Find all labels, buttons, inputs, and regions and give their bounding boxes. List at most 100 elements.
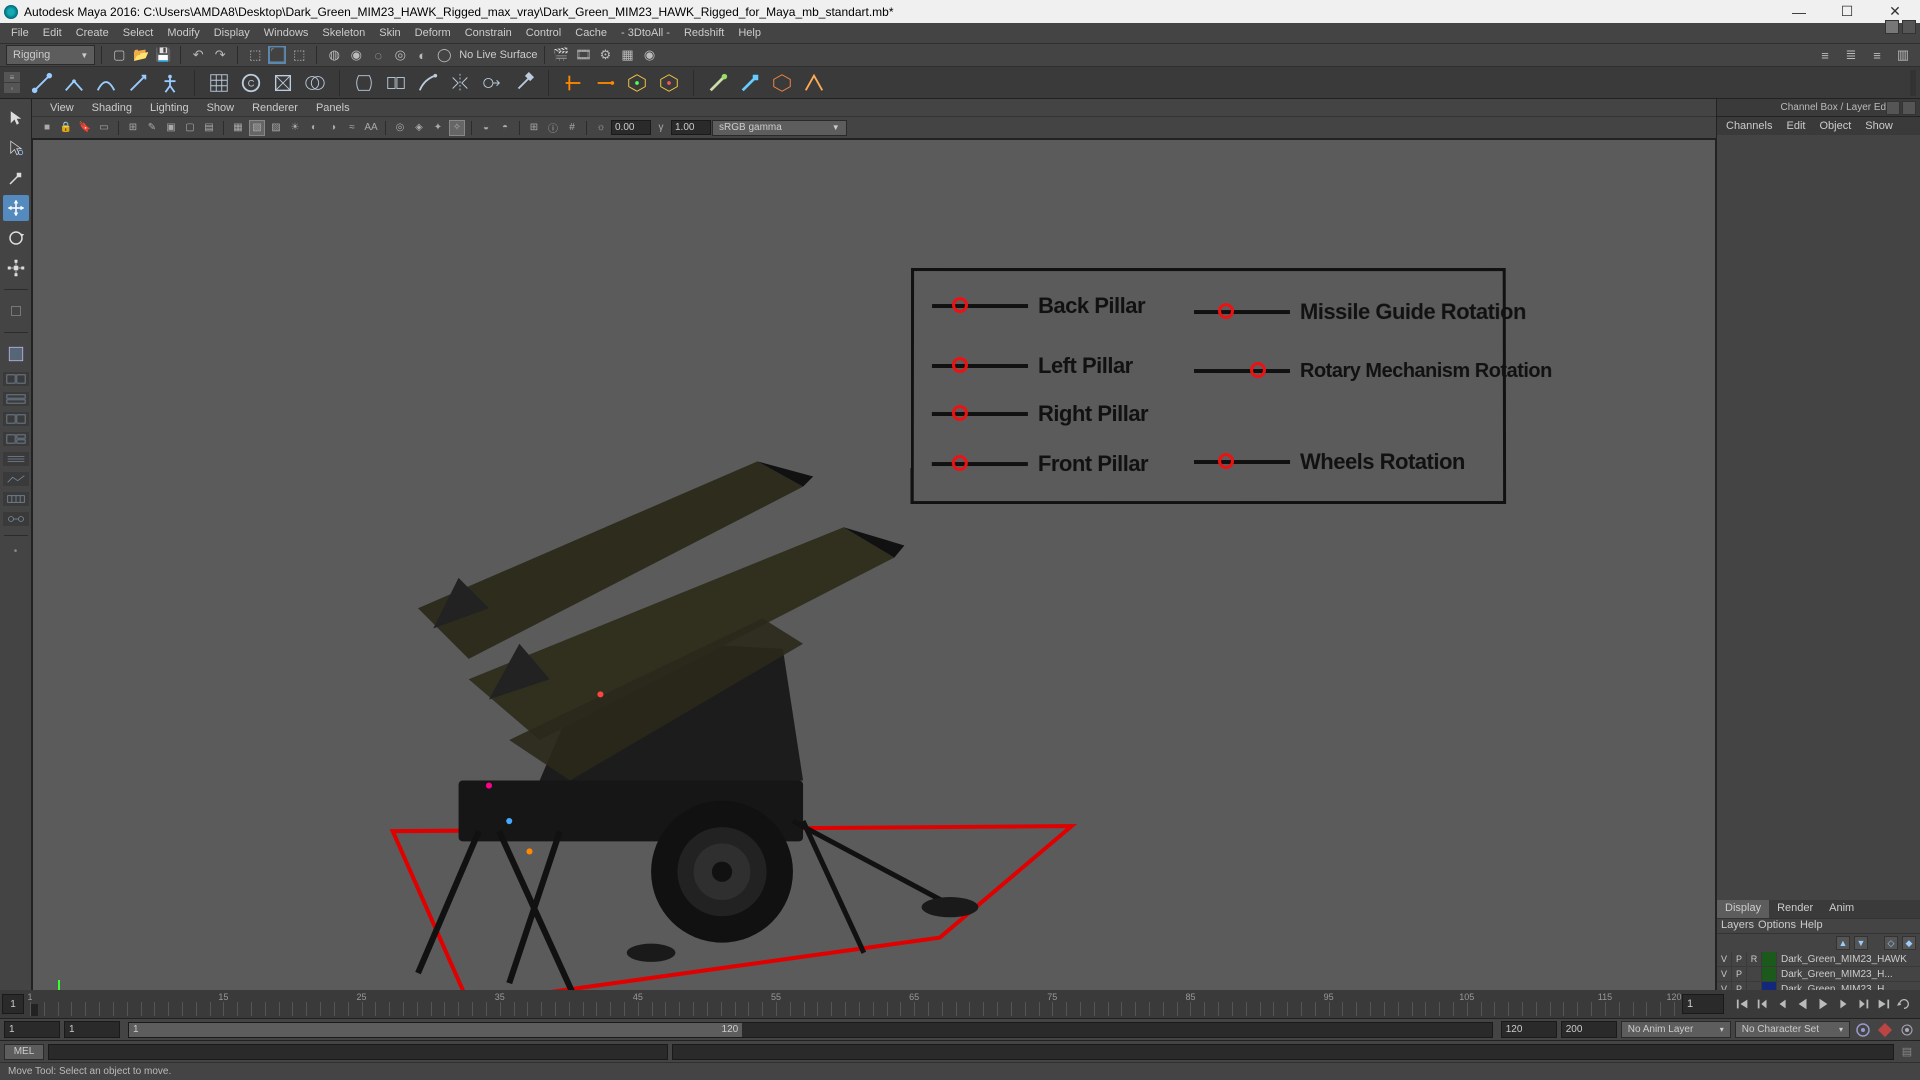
layout-custom[interactable]: • [3,544,29,558]
shelf-joint-icon[interactable] [28,69,56,97]
menu-item-control[interactable]: Control [519,24,568,42]
new-scene-button[interactable]: ▢ [110,46,128,64]
vt-xray[interactable]: ◈ [411,120,427,136]
menu-item-skeleton[interactable]: Skeleton [315,24,372,42]
shelf-hammer-icon[interactable] [510,69,538,97]
ipr-render-button[interactable]: 🎞 [575,46,593,64]
channelbox-tab-show[interactable]: Show [1860,118,1898,134]
rig-slider-track[interactable] [932,462,1028,466]
step-forward-key-button[interactable] [1854,995,1872,1013]
shelf-detach-icon[interactable] [382,69,410,97]
viewport-menu-renderer[interactable]: Renderer [244,102,306,114]
go-to-end-button[interactable] [1874,995,1892,1013]
vt-wire-shaded[interactable]: ◓ [497,120,513,136]
vt-xray-active[interactable]: ✧ [449,120,465,136]
layer-move-down-button[interactable]: ▼ [1854,936,1868,950]
range-outer-end[interactable]: 200 [1561,1021,1617,1038]
step-back-frame-button[interactable] [1774,995,1792,1013]
vt-2d-pan[interactable]: ⊞ [125,120,141,136]
scale-tool[interactable] [3,255,29,281]
layer-reference-toggle[interactable] [1747,967,1762,981]
vt-grid[interactable]: ⊞ [526,120,542,136]
vt-ao[interactable]: ◑ [325,120,341,136]
panel-toggle-4[interactable]: ▥ [1894,46,1912,64]
rig-slider-track[interactable] [1194,460,1290,464]
channelbox-tab-edit[interactable]: Edit [1781,118,1810,134]
layout-dope[interactable] [3,492,29,506]
range-track[interactable]: 1 120 [128,1022,1493,1038]
layer-visibility-toggle[interactable]: V [1717,952,1732,966]
select-mode-object[interactable]: ⬛ [268,46,286,64]
range-outer-start[interactable]: 1 [4,1021,60,1038]
select-mode-hierarchy[interactable]: ⬚ [246,46,264,64]
maximize-button[interactable]: ☐ [1832,3,1862,21]
shelf-parentconstraint-icon[interactable] [559,69,587,97]
shelf-sculpt-icon[interactable] [736,69,764,97]
lasso-tool[interactable] [3,135,29,161]
menu-item-create[interactable]: Create [69,24,116,42]
vt-textured[interactable]: ▨ [268,120,284,136]
shelf-ik-icon[interactable] [60,69,88,97]
render-frame-button[interactable]: 🎬 [553,46,571,64]
vt-colorspace-dropdown[interactable]: sRGB gamma ▼ [712,120,847,136]
rig-slider-track[interactable] [932,304,1028,308]
shelf-paintweights-icon[interactable] [414,69,442,97]
rig-slider-handle[interactable] [1218,303,1234,319]
menu-item-help[interactable]: Help [731,24,768,42]
vt-xray-joints[interactable]: ✦ [430,120,446,136]
rig-slider-track[interactable] [932,412,1028,416]
anim-layer-dropdown[interactable]: No Anim Layer ▾ [1621,1021,1731,1038]
viewport-persp[interactable]: Back PillarLeft PillarRight PillarFront … [32,139,1716,1037]
vt-select-camera[interactable]: ■ [39,120,55,136]
move-tool[interactable] [3,195,29,221]
snap-live-button[interactable]: ◐ [413,46,431,64]
channelbox-mode-icon-2[interactable] [1902,20,1916,34]
vt-exp-icon[interactable]: ☼ [593,120,609,136]
layer-row[interactable]: VPDark_Green_MIM23_H... [1717,967,1920,982]
step-back-key-button[interactable] [1754,995,1772,1013]
shelf-geocache2-icon[interactable] [655,69,683,97]
shelf-copyweights-icon[interactable] [478,69,506,97]
menu-item-deform[interactable]: Deform [408,24,458,42]
script-editor-button[interactable]: ▤ [1898,1043,1916,1061]
shelf-humanik-icon[interactable] [156,69,184,97]
vt-polycount[interactable]: # [564,120,580,136]
channelbox-mode-icon-1[interactable] [1885,20,1899,34]
viewport-menu-show[interactable]: Show [199,102,243,114]
panel-toggle-2[interactable]: ≣ [1842,46,1860,64]
time-slider-track[interactable]: 1152535455565758595105115120 [30,992,1674,1016]
range-inner-end[interactable]: 120 [1501,1021,1557,1038]
minimize-button[interactable]: — [1784,3,1814,21]
vt-exposure-field[interactable] [611,120,651,135]
vt-imageplane[interactable]: ▭ [96,120,112,136]
shelf-reroot-icon[interactable] [124,69,152,97]
shelf-cluster-icon[interactable]: C [237,69,265,97]
current-frame-field[interactable]: 1 [1682,994,1724,1014]
rig-slider-handle[interactable] [952,455,968,471]
viewport-menu-lighting[interactable]: Lighting [142,102,197,114]
undo-button[interactable]: ↶ [189,46,207,64]
vt-isolate[interactable]: ◎ [392,120,408,136]
go-to-start-button[interactable] [1734,995,1752,1013]
layer-new-empty-button[interactable]: ◇ [1884,936,1898,950]
autokey-button[interactable] [1854,1021,1872,1039]
panel-close-icon[interactable] [1902,101,1916,115]
vt-grease[interactable]: ✎ [144,120,160,136]
hypershade-button[interactable]: ◉ [641,46,659,64]
shelf-bindskin-icon[interactable] [350,69,378,97]
redo-button[interactable]: ↷ [211,46,229,64]
viewport-menu-panels[interactable]: Panels [308,102,358,114]
play-forward-button[interactable] [1814,995,1832,1013]
vt-film-gate[interactable]: ▣ [163,120,179,136]
rotate-tool[interactable] [3,225,29,251]
menu-item--3dtoall-[interactable]: - 3DtoAll - [614,24,677,42]
vt-lights[interactable]: ☀ [287,120,303,136]
render-view-button[interactable]: ▦ [619,46,637,64]
vt-gamma-field[interactable] [671,120,711,135]
layer-tab-display[interactable]: Display [1717,900,1769,918]
layer-tab-render[interactable]: Render [1769,900,1821,918]
shelf-scrollbar[interactable] [1910,70,1916,96]
render-settings-button[interactable]: ⚙ [597,46,615,64]
vt-gamma-icon[interactable]: γ [653,120,669,136]
prefs-button[interactable] [1898,1021,1916,1039]
